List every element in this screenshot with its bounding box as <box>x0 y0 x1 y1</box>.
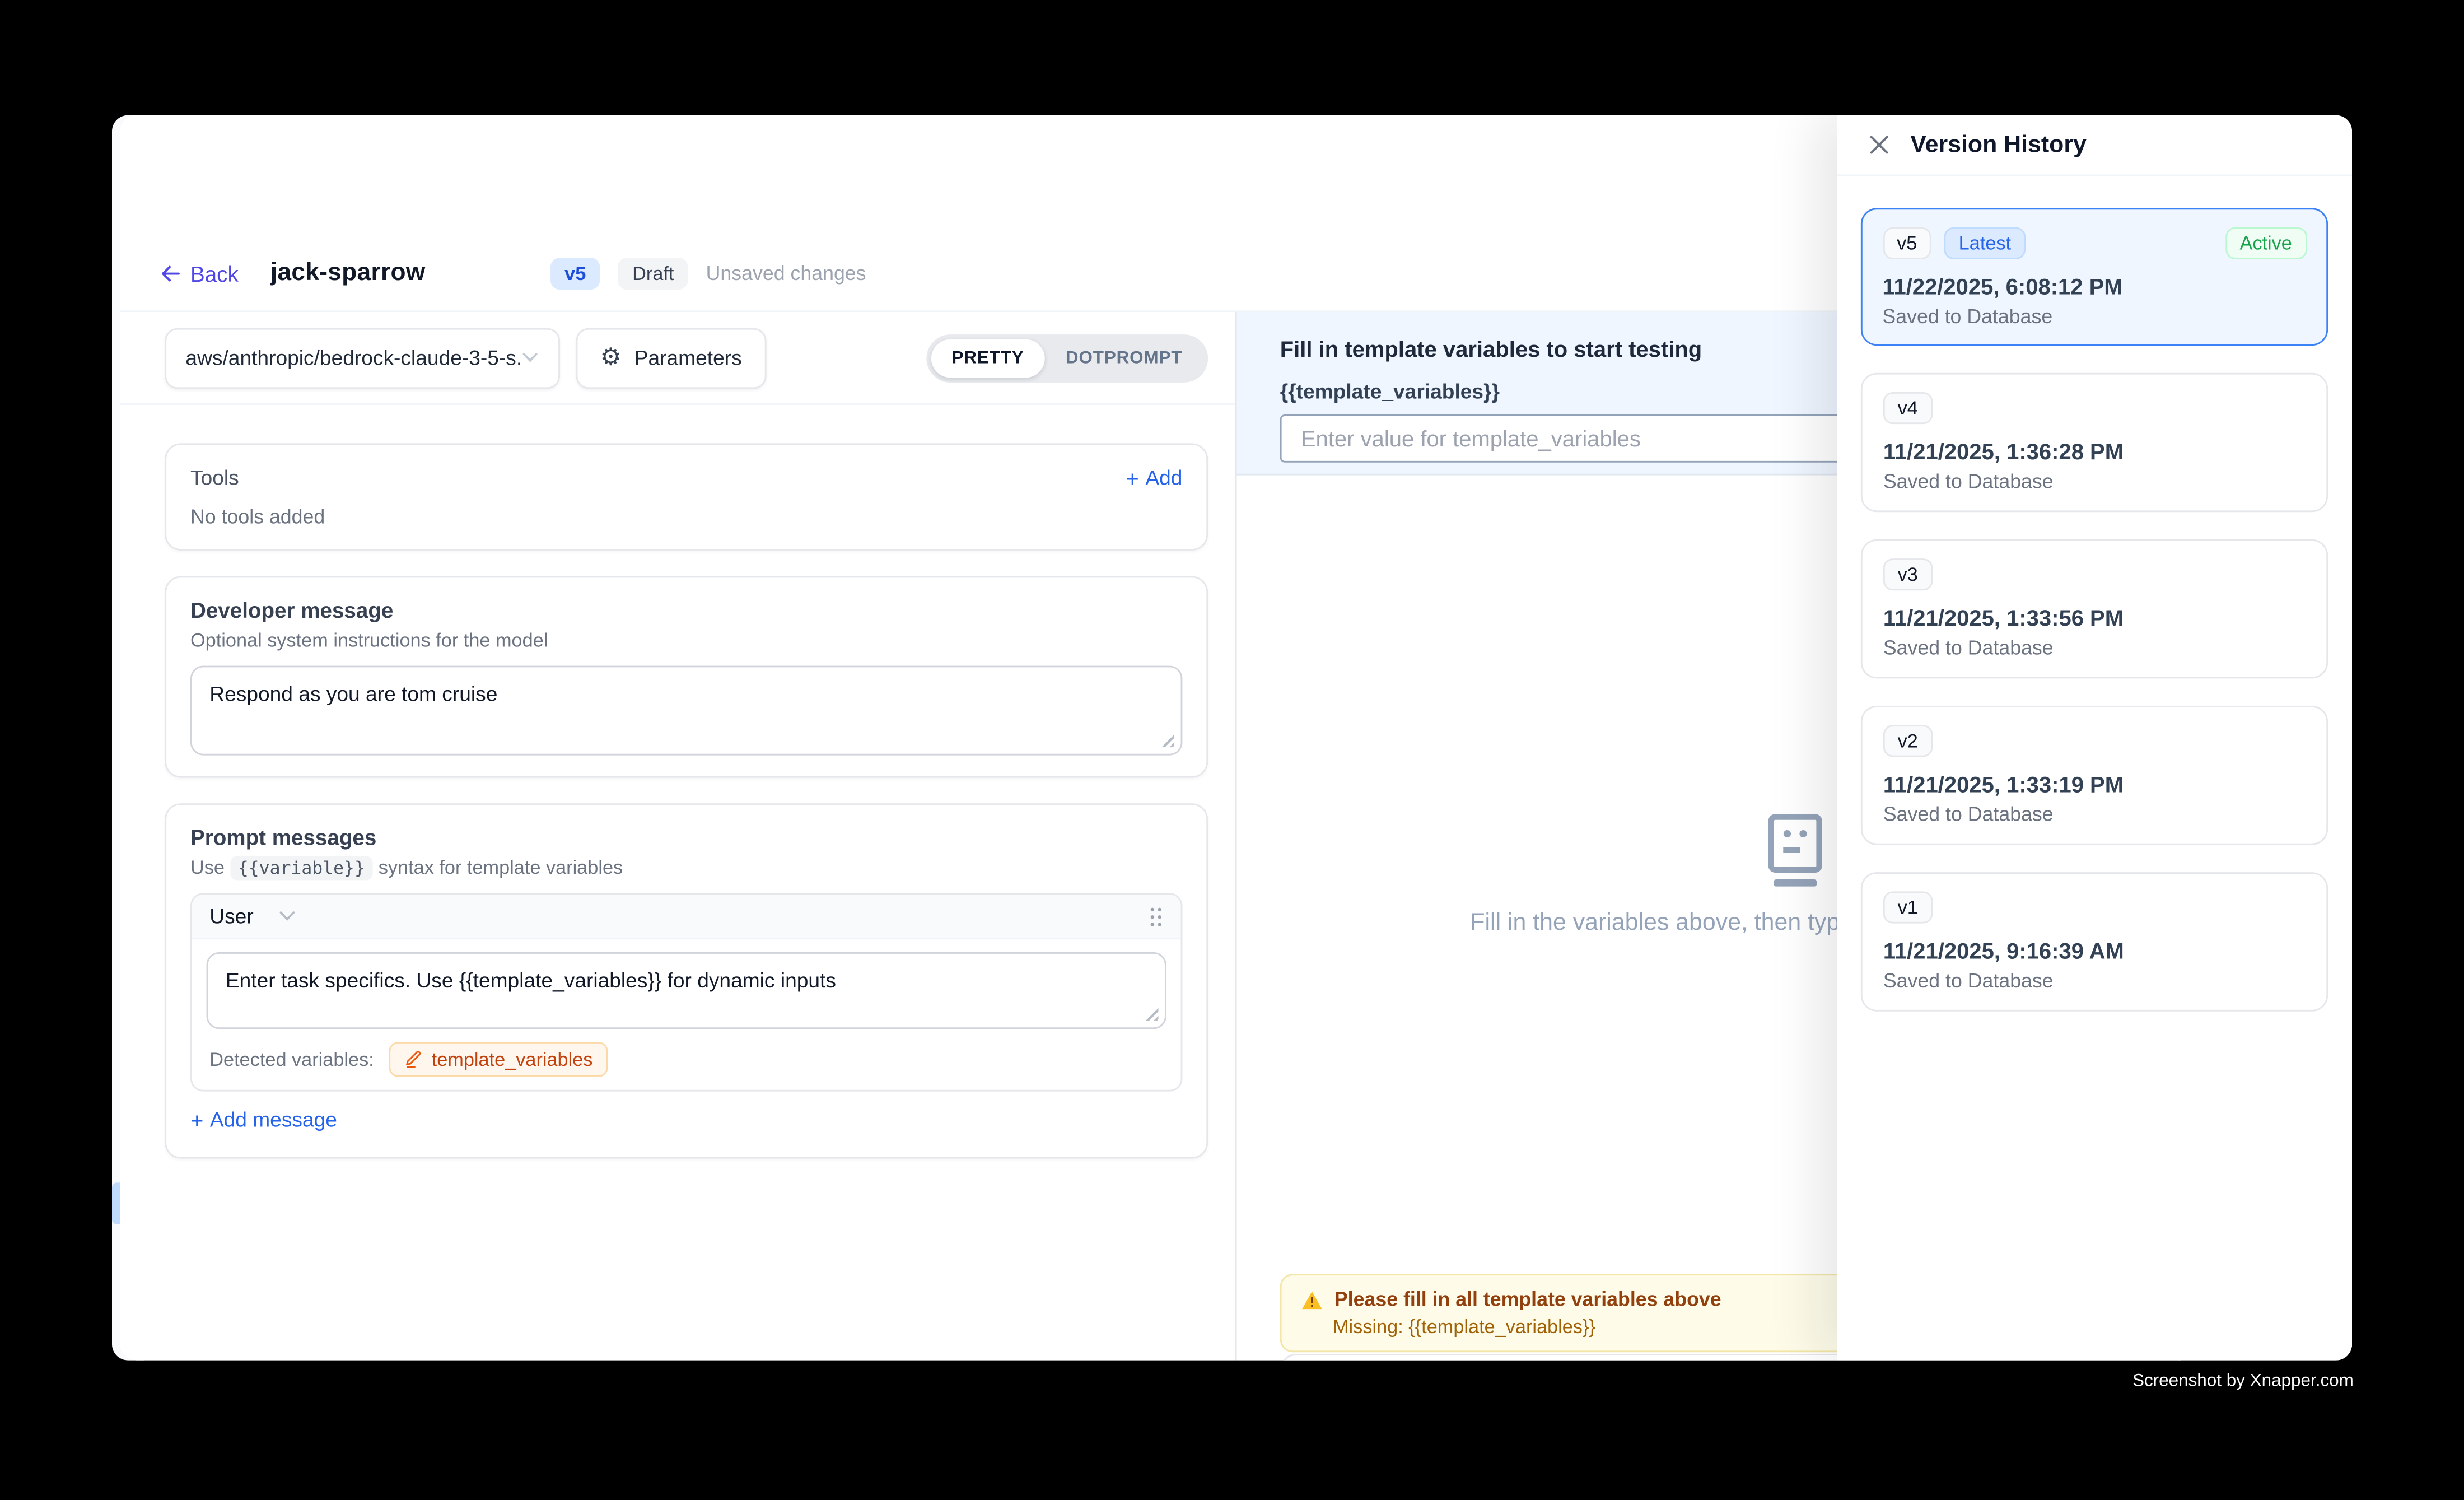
version-number-badge: v4 <box>1883 392 1933 424</box>
add-message-button[interactable]: + Add message <box>190 1107 337 1131</box>
message-header: User <box>192 895 1181 939</box>
robot-icon <box>1762 813 1826 888</box>
screenshot-stage: Back jack-sparrow v5 Draft Unsaved chang… <box>0 0 2464 1500</box>
format-toggle: PRETTY DOTPROMPT <box>926 334 1208 382</box>
warning-icon <box>1301 1289 1323 1310</box>
unsaved-changes-label: Unsaved changes <box>706 263 866 285</box>
version-card-v4[interactable]: v4 11/21/2025, 1:36:28 PM Saved to Databas… <box>1861 373 2328 513</box>
developer-message-card: Developer message Optional system instru… <box>165 576 1208 778</box>
version-status: Saved to Database <box>1883 803 2306 826</box>
app-window: Back jack-sparrow v5 Draft Unsaved chang… <box>120 115 2352 1361</box>
variable-syntax-chip: {{variable}} <box>230 856 374 881</box>
version-number-badge: v2 <box>1883 725 1933 757</box>
version-timestamp: 11/22/2025, 6:08:12 PM <box>1882 273 2306 299</box>
version-history-header: Version History <box>1837 115 2352 176</box>
version-card-v3[interactable]: v3 11/21/2025, 1:33:56 PM Saved to Databas… <box>1861 539 2328 679</box>
chevron-down-icon <box>522 352 539 364</box>
close-icon[interactable] <box>1869 134 1889 155</box>
developer-message-title: Developer message <box>190 599 1182 623</box>
drag-handle-icon[interactable] <box>1149 905 1163 928</box>
message-body: Enter task specifics. Use {{template_var… <box>192 939 1181 1090</box>
prompt-editor-panel: aws/anthropic/bedrock-claude-3-5-s... ⚙ … <box>120 312 1236 1360</box>
version-timestamp: 11/21/2025, 1:33:56 PM <box>1883 605 2306 631</box>
active-badge: Active <box>2225 226 2307 258</box>
version-badge: v5 <box>550 258 600 290</box>
tools-card: Tools + Add No tools added <box>165 443 1208 550</box>
pen-icon <box>404 1050 422 1069</box>
prompt-messages-title: Prompt messages <box>190 826 1182 850</box>
model-select[interactable]: aws/anthropic/bedrock-claude-3-5-s... <box>165 327 560 388</box>
version-history-panel: Version History v5 Latest Active 11/22/2025… <box>1837 115 2352 1361</box>
version-number-badge: v3 <box>1883 558 1933 590</box>
message-role-select[interactable]: User <box>209 904 297 928</box>
resize-grip-icon[interactable] <box>1160 733 1174 748</box>
parameters-button[interactable]: ⚙ Parameters <box>576 327 766 388</box>
model-toolbar: aws/anthropic/bedrock-claude-3-5-s... ⚙ … <box>120 312 1235 405</box>
add-message-label: Add message <box>210 1107 337 1131</box>
add-tool-label: Add <box>1145 465 1182 490</box>
add-tool-button[interactable]: + Add <box>1126 465 1182 490</box>
header-badges: v5 Draft Unsaved changes <box>550 258 866 290</box>
warning-title: Please fill in all template variables ab… <box>1334 1288 1721 1311</box>
hint-prefix: Use <box>190 856 225 879</box>
toggle-pretty[interactable]: PRETTY <box>931 338 1044 377</box>
version-number-badge: v1 <box>1883 891 1933 923</box>
message-card: User Enter task specifics. Use {{templat… <box>190 893 1182 1091</box>
resize-grip-icon[interactable] <box>1144 1007 1159 1021</box>
detected-variable-name: template_variables <box>432 1048 593 1070</box>
prompt-messages-card: Prompt messages Use {{variable}} syntax … <box>165 803 1208 1158</box>
version-card-v2[interactable]: v2 11/21/2025, 1:33:19 PM Saved to Databas… <box>1861 706 2328 845</box>
tools-title: Tools <box>190 465 239 490</box>
latest-badge: Latest <box>1944 226 2026 258</box>
editor-scroll-area: Tools + Add No tools added Developer mes… <box>120 405 1235 1361</box>
version-timestamp: 11/21/2025, 9:16:39 AM <box>1883 938 2306 963</box>
version-history-title: Version History <box>1910 131 2086 159</box>
version-list: v5 Latest Active 11/22/2025, 6:08:12 PM Save… <box>1837 176 2352 1044</box>
developer-message-input[interactable]: Respond as you are tom cruise <box>190 666 1182 756</box>
parameters-label: Parameters <box>634 346 742 370</box>
version-status: Saved to Database <box>1883 970 2306 992</box>
developer-message-value: Respond as you are tom cruise <box>209 682 497 706</box>
version-number-badge: v5 <box>1882 226 1931 258</box>
prompt-messages-hint: Use {{variable}} syntax for template var… <box>190 856 1182 879</box>
version-timestamp: 11/21/2025, 1:33:19 PM <box>1883 771 2306 797</box>
detected-variables-row: Detected variables: template_variables <box>207 1042 1166 1077</box>
arrow-left-icon <box>160 264 181 283</box>
version-status: Saved to Database <box>1883 471 2306 493</box>
plus-icon: + <box>1126 467 1138 489</box>
back-label: Back <box>190 262 239 286</box>
version-card-v5[interactable]: v5 Latest Active 11/22/2025, 6:08:12 PM Save… <box>1861 208 2328 346</box>
version-status: Saved to Database <box>1883 637 2306 659</box>
chevron-down-icon <box>279 911 296 922</box>
version-status: Saved to Database <box>1882 305 2306 327</box>
background-window-accent <box>112 1182 120 1224</box>
version-timestamp: 11/21/2025, 1:36:28 PM <box>1883 439 2306 464</box>
back-button[interactable]: Back <box>160 262 239 286</box>
watermark: Screenshot by Xnapper.com <box>2132 1372 2354 1391</box>
message-role-value: User <box>209 904 253 928</box>
message-input[interactable]: Enter task specifics. Use {{template_var… <box>207 952 1166 1029</box>
model-select-value: aws/anthropic/bedrock-claude-3-5-s... <box>185 346 522 370</box>
detected-variable-badge[interactable]: template_variables <box>389 1042 609 1077</box>
gear-icon: ⚙ <box>600 346 621 370</box>
tools-empty-text: No tools added <box>190 506 1182 528</box>
developer-message-subtitle: Optional system instructions for the mod… <box>190 629 1182 651</box>
toggle-dotprompt[interactable]: DOTPROMPT <box>1045 338 1203 377</box>
page-title: jack-sparrow <box>270 259 426 288</box>
message-value: Enter task specifics. Use {{template_var… <box>226 968 836 993</box>
draft-badge: Draft <box>618 258 688 290</box>
version-card-v1[interactable]: v1 11/21/2025, 9:16:39 AM Saved to Databas… <box>1861 872 2328 1012</box>
hint-suffix: syntax for template variables <box>379 856 623 879</box>
detected-variables-label: Detected variables: <box>209 1048 374 1070</box>
plus-icon: + <box>190 1108 203 1131</box>
